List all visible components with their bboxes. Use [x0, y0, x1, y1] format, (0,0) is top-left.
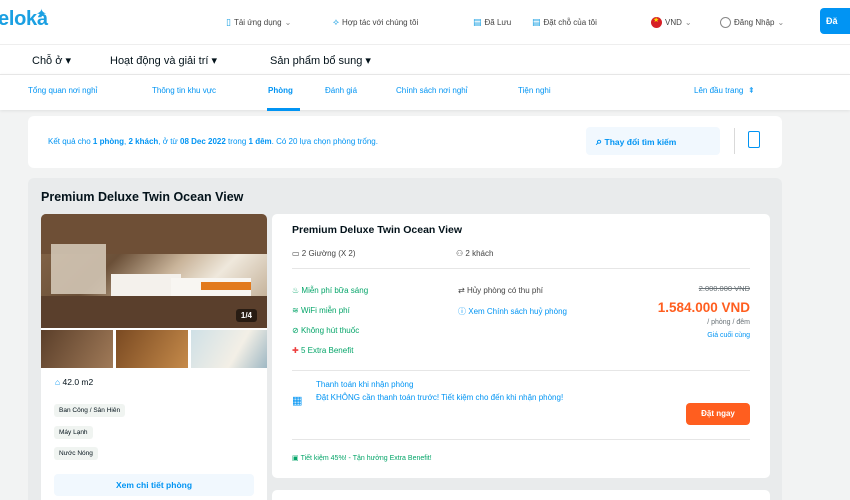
logo-bird-icon: ✦ — [36, 6, 47, 21]
top-bar: eloka ✦ ▯ Tải ứng dụng ⌄ ⟡ Hợp tác với c… — [0, 0, 850, 44]
vietnam-flag-icon — [651, 16, 662, 28]
feature-no-smoking: ⊘ Không hút thuốc — [292, 326, 360, 335]
feature-extra-benefit[interactable]: ✚ 5 Extra Benefit — [292, 346, 353, 355]
nav-download-app[interactable]: ▯ Tải ứng dụng ⌄ — [226, 14, 291, 30]
cancel-icon: ⇄ — [458, 286, 465, 295]
wifi-icon: ≋ — [292, 306, 299, 315]
price-unit: / phòng / đêm — [707, 319, 750, 326]
bed-icon: ▭ — [292, 249, 300, 258]
gift-icon: ✚ — [292, 346, 299, 355]
result-summary: Kết quả cho 1 phòng, 2 khách, ở từ 08 De… — [48, 137, 378, 146]
cancellation-fee: ⇄ Hủy phòng có thu phí — [458, 286, 543, 295]
handshake-icon: ⟡ — [333, 16, 339, 27]
nav-partner[interactable]: ⟡ Hợp tác với chúng tôi — [333, 14, 418, 30]
breakfast-icon: ♨ — [292, 286, 300, 295]
next-offer-card — [272, 490, 770, 500]
room-offer-card: Premium Deluxe Twin Ocean View ▭ 2 Giườn… — [272, 214, 770, 478]
nav-label: Đặt chỗ của tôi — [543, 17, 597, 27]
area-icon: ⌂ — [55, 377, 61, 387]
pay-title: Thanh toán khi nhận phòng — [316, 380, 414, 389]
tab-rooms[interactable]: Phòng — [268, 86, 293, 95]
amenity-tag: Nước Nóng — [54, 447, 98, 460]
tab-reviews[interactable]: Đánh giá — [325, 86, 357, 95]
current-price: 1.584.000 VND — [657, 300, 750, 315]
divider — [292, 370, 750, 371]
room-thumbnail[interactable] — [116, 330, 188, 368]
savings-icon: ▣ — [292, 455, 299, 462]
tab-overview[interactable]: Tổng quan nơi nghỉ — [28, 86, 97, 95]
guests-icon: ⚇ — [456, 249, 464, 258]
category-bar: Chỗ ở ▾ Hoạt động và giải trí ▾ Sản phẩm… — [0, 44, 850, 74]
feature-breakfast: ♨ Miễn phí bữa sáng — [292, 286, 369, 295]
final-price-label: Giá cuối cùng — [707, 332, 750, 339]
view-room-details-button[interactable]: Xem chi tiết phòng — [54, 474, 254, 496]
nav-label: Đã Lưu — [484, 17, 512, 27]
image-counter: 1/4 — [235, 309, 257, 322]
cancellation-policy-link[interactable]: ⓘ Xem Chính sách huỷ phòng — [458, 306, 567, 317]
original-price: 2.000.000 VND — [698, 284, 750, 293]
phone-icon: ▯ — [226, 16, 231, 27]
room-thumbnail[interactable] — [191, 330, 267, 368]
divider — [292, 439, 750, 440]
search-result-bar: Kết quả cho 1 phòng, 2 khách, ở từ 08 De… — [28, 116, 782, 168]
amenity-tag: Máy Lạnh — [54, 426, 93, 439]
room-area: ⌂ 42.0 m2 — [55, 377, 94, 387]
nav-label: Tải ứng dụng — [233, 17, 282, 27]
category-addons[interactable]: Sản phẩm bổ sung ▾ — [270, 54, 371, 67]
property-tabs: Tổng quan nơi nghỉ Thông tin khu vực Phò… — [0, 74, 850, 111]
amenity-tag: Ban Công / Sân Hiên — [54, 404, 126, 417]
info-icon: ⓘ — [458, 307, 466, 316]
room-group: Premium Deluxe Twin Ocean View 1/4 ⌂ 42.… — [28, 178, 782, 500]
room-title: Premium Deluxe Twin Ocean View — [41, 190, 244, 204]
nav-my-bookings[interactable]: ▤ Đặt chỗ của tôi — [532, 14, 597, 30]
tab-facilities[interactable]: Tiện nghi — [518, 86, 551, 95]
nav-label: Hợp tác với chúng tôi — [341, 17, 419, 27]
no-smoking-icon: ⊘ — [292, 326, 299, 335]
offer-title: Premium Deluxe Twin Ocean View — [292, 224, 463, 236]
change-search-button[interactable]: ⌕ Thay đổi tìm kiếm — [586, 127, 720, 155]
booking-icon: ▤ — [532, 16, 541, 27]
hotel-payment-icon: ▦ — [292, 395, 303, 407]
chevron-down-icon: ⌄ — [284, 17, 292, 27]
login-menu[interactable]: Đăng Nhập ⌄ — [720, 14, 784, 30]
bookmark-icon: ▤ — [473, 16, 482, 27]
tab-area-info[interactable]: Thông tin khu vực — [152, 86, 216, 95]
chevron-down-icon: ⌄ — [684, 17, 692, 27]
room-thumbnail[interactable] — [41, 330, 113, 368]
room-info-card: 1/4 ⌂ 42.0 m2 Ban Công / Sân Hiên Máy Lạ… — [41, 214, 267, 500]
book-now-button[interactable]: Đặt ngay — [686, 403, 750, 425]
currency-selector[interactable]: VND ⌄ — [651, 14, 692, 30]
category-activities[interactable]: Hoạt động và giải trí ▾ — [110, 54, 217, 67]
chevron-down-icon: ⌄ — [777, 17, 785, 27]
bookmark-icon[interactable] — [748, 131, 760, 148]
arrow-up-icon: ⇞ — [747, 86, 755, 95]
divider — [292, 268, 750, 269]
saving-note: ▣ Tiết kiệm 45%! - Tận hưởng Extra Benef… — [292, 455, 432, 462]
currency-label: VND — [665, 17, 682, 27]
search-icon: ⌕ — [596, 136, 603, 148]
bed-info: ▭ 2 Giường (X 2) — [292, 249, 356, 258]
back-to-top-link[interactable]: Lên đầu trang ⇞ — [694, 86, 755, 95]
active-tab-indicator — [267, 108, 300, 111]
login-label: Đăng Nhập — [734, 17, 775, 27]
room-photo — [41, 214, 267, 328]
pay-description: Đặt KHÔNG cần thanh toán trước! Tiết kiệ… — [316, 393, 564, 402]
tab-policies[interactable]: Chính sách nơi nghỉ — [396, 86, 468, 95]
register-button[interactable]: Đă — [820, 8, 850, 34]
user-icon — [720, 16, 731, 28]
nav-saved[interactable]: ▤ Đã Lưu — [473, 14, 511, 30]
category-accommodation[interactable]: Chỗ ở ▾ — [32, 54, 71, 67]
divider — [734, 128, 735, 154]
guest-info: ⚇ 2 khách — [456, 249, 494, 258]
feature-wifi: ≋ WiFi miễn phí — [292, 306, 350, 315]
room-main-image[interactable]: 1/4 — [41, 214, 267, 328]
